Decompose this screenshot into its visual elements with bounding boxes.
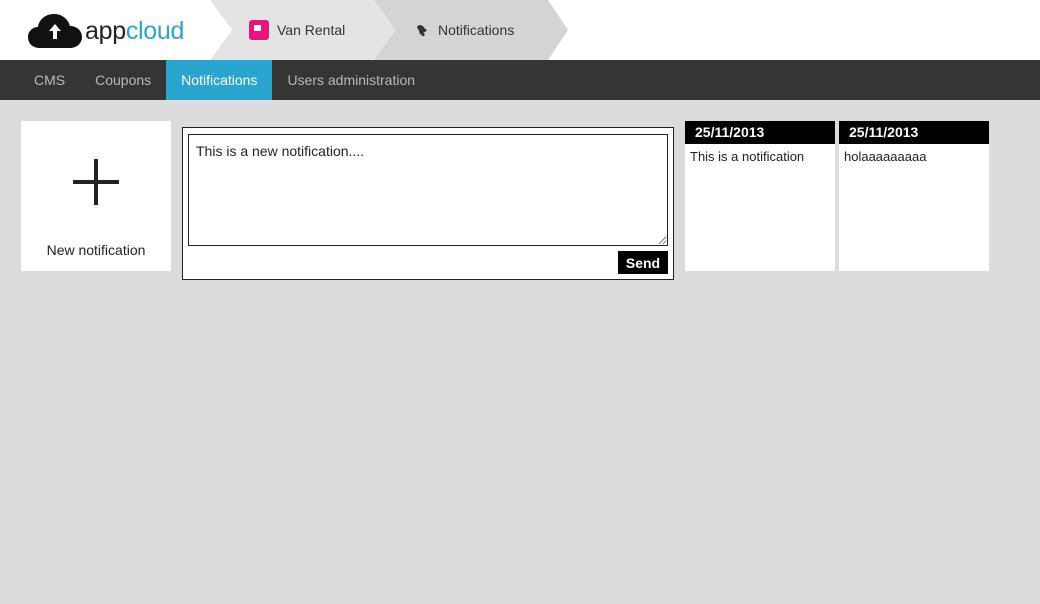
nav-item-notifications[interactable]: Notifications bbox=[166, 60, 273, 100]
nav-item-users-administration[interactable]: Users administration bbox=[272, 60, 430, 100]
send-button[interactable]: Send bbox=[618, 251, 668, 274]
new-notification-button[interactable]: New notification bbox=[21, 121, 171, 271]
notification-text: This is a notification bbox=[690, 149, 805, 164]
notification-date: 25/11/2013 bbox=[685, 121, 835, 144]
new-notification-label: New notification bbox=[46, 242, 146, 258]
app-icon bbox=[249, 20, 269, 40]
cloud-upload-icon bbox=[28, 14, 82, 48]
header: Notifications Van Rental appcloud bbox=[0, 0, 1040, 60]
notification-card[interactable]: 25/11/2013 This is a notification bbox=[685, 121, 835, 271]
breadcrumb-notifications-label: Notifications bbox=[438, 22, 515, 38]
breadcrumb-notifications[interactable]: Notifications bbox=[372, 0, 568, 60]
notification-date: 25/11/2013 bbox=[839, 121, 989, 144]
breadcrumb-van-rental[interactable]: Van Rental bbox=[210, 0, 396, 60]
logo-text: appcloud bbox=[85, 16, 185, 45]
notification-text: holaaaaaaaaa bbox=[844, 149, 927, 164]
logo[interactable]: appcloud bbox=[28, 11, 184, 51]
nav-item-coupons[interactable]: Coupons bbox=[80, 60, 166, 100]
plus-icon bbox=[73, 159, 119, 205]
breadcrumb-van-rental-label: Van Rental bbox=[277, 22, 346, 38]
main-nav: CMS Coupons Notifications Users administ… bbox=[0, 60, 1040, 100]
bell-icon bbox=[416, 25, 427, 37]
notification-card[interactable]: 25/11/2013 holaaaaaaaaa bbox=[839, 121, 989, 271]
nav-item-cms[interactable]: CMS bbox=[0, 60, 80, 100]
notification-textarea[interactable] bbox=[188, 134, 668, 246]
notification-composer: Send bbox=[182, 127, 674, 280]
